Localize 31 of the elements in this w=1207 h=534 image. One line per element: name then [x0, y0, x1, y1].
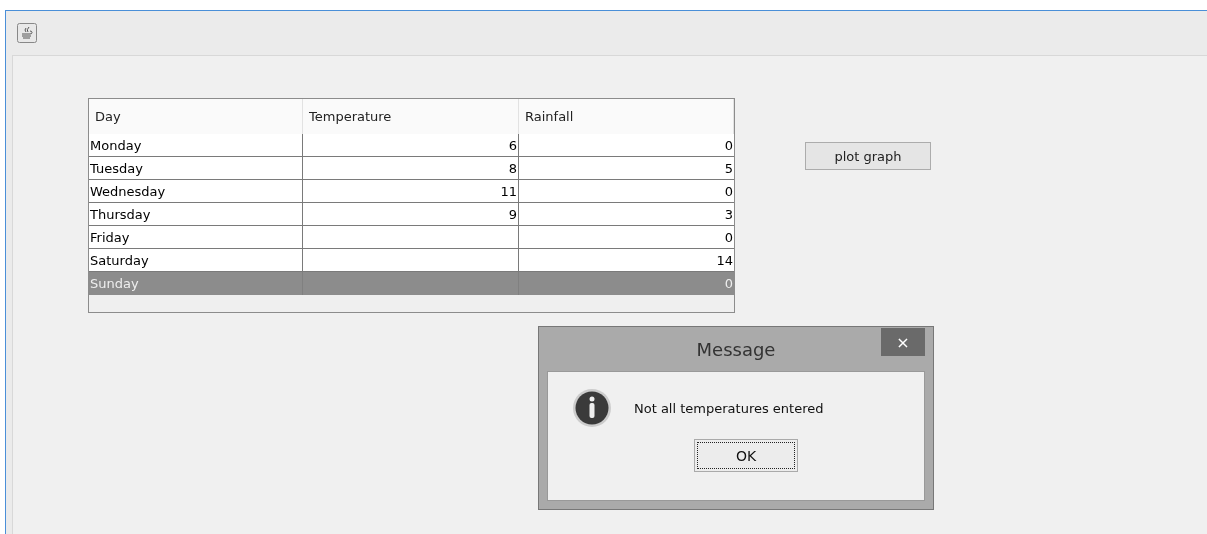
table-cell: Friday	[90, 229, 130, 245]
table-row[interactable]: Tuesday 8 5	[89, 157, 734, 180]
close-button[interactable]: ×	[881, 328, 925, 356]
info-icon	[572, 388, 612, 428]
table-cell: Tuesday	[90, 160, 143, 176]
table-cell: 0	[724, 137, 733, 153]
table-cell: 6	[508, 137, 517, 153]
table-cell: 9	[508, 206, 517, 222]
table-cell: 14	[716, 252, 733, 268]
ok-button[interactable]: OK	[694, 439, 798, 472]
table-cell: Sunday	[90, 276, 139, 291]
plot-graph-button[interactable]: plot graph	[805, 142, 931, 170]
message-text: Not all temperatures entered	[634, 400, 824, 416]
table-row[interactable]: Friday 0	[89, 226, 734, 249]
table-cell: 5	[724, 160, 733, 176]
dialog-title: Message	[696, 338, 776, 360]
table-cell: 8	[508, 160, 517, 176]
cup-icon[interactable]	[17, 23, 37, 43]
table-cell: 3	[724, 206, 733, 222]
table-row[interactable]: Monday 6 0	[89, 134, 734, 157]
table-cell: 0	[724, 229, 733, 245]
table-row[interactable]: Saturday 14	[89, 249, 734, 272]
table-row[interactable]: Thursday 9 3	[89, 203, 734, 226]
table-cell: 0	[724, 183, 733, 199]
table-row[interactable]: Wednesday 11 0	[89, 180, 734, 203]
table-cell: Monday	[90, 137, 142, 153]
table-cell: 0	[724, 276, 733, 291]
table-cell: 11	[500, 183, 517, 199]
table-cell: Wednesday	[90, 183, 166, 199]
table-cell: Saturday	[90, 252, 149, 268]
table-cell: Thursday	[90, 206, 151, 222]
